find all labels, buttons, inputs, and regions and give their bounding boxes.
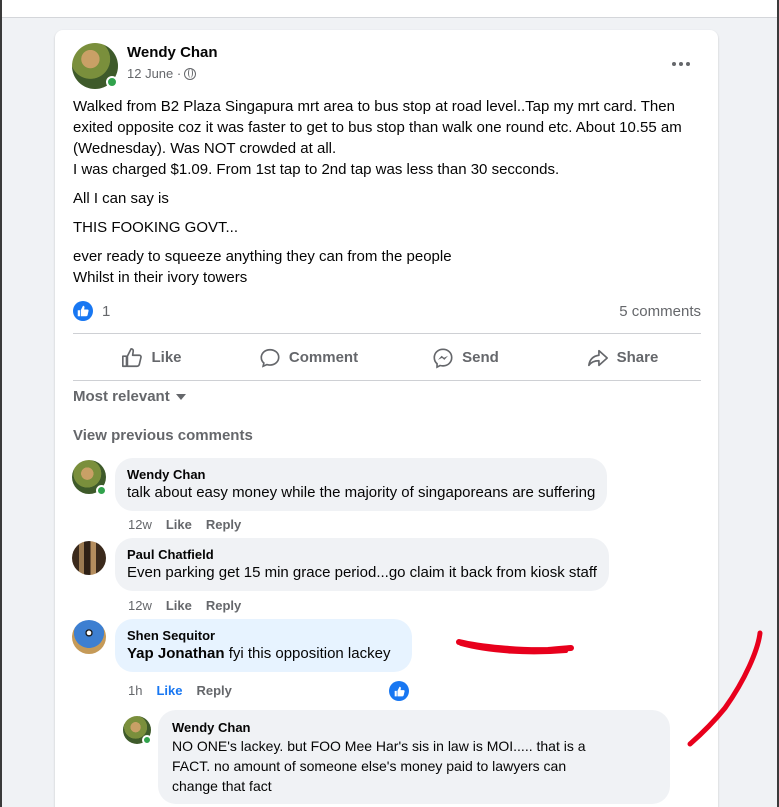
comment-text-body: fyi this opposition lackey xyxy=(224,645,391,662)
comment-bubble: Wendy Chan NO ONE's lackey. but FOO Mee … xyxy=(158,710,670,804)
post-paragraph: THIS FOOKING GOVT... xyxy=(73,219,239,236)
like-label: Like xyxy=(151,349,182,366)
mention-tag[interactable]: Yap Jonathan xyxy=(127,645,225,662)
globe-icon xyxy=(184,67,197,80)
comment-text: talk about easy money while the majority… xyxy=(127,484,596,501)
post-paragraph: All I can say is xyxy=(73,190,169,207)
commenter-name[interactable]: Paul Chatfield xyxy=(127,546,597,563)
comment: Shen Sequitor Yap Jonathan fyi this oppo… xyxy=(72,619,712,704)
comment-label: Comment xyxy=(288,349,359,366)
top-bar xyxy=(2,0,777,18)
comment-text: Yap Jonathan fyi this opposition lackey xyxy=(127,644,400,664)
online-status-icon xyxy=(142,735,152,745)
comment-time[interactable]: 12w xyxy=(128,517,152,532)
comment-text: Even parking get 15 min grace period...g… xyxy=(127,564,597,581)
comment-actions: 12w Like Reply xyxy=(128,517,241,532)
online-status-icon xyxy=(96,485,107,496)
like-button[interactable]: Like xyxy=(73,335,230,380)
more-options-button[interactable] xyxy=(667,53,695,75)
comment-reply-button[interactable]: Reply xyxy=(196,683,231,698)
comment-reply-button[interactable]: Reply xyxy=(206,598,241,613)
like-reaction-icon[interactable] xyxy=(73,301,93,321)
commenter-name[interactable]: Wendy Chan xyxy=(172,719,656,736)
post-text: Walked from B2 Plaza Singapura mrt area … xyxy=(73,96,705,296)
comment-actions: 1h Like Reply xyxy=(128,683,232,698)
comment-time[interactable]: 12w xyxy=(128,598,152,613)
dot-icon xyxy=(679,62,683,66)
divider xyxy=(73,333,701,334)
reaction-count[interactable]: 1 xyxy=(102,303,110,320)
dot-icon xyxy=(672,62,676,66)
online-status-icon xyxy=(106,76,118,88)
comment-bubble: Paul Chatfield Even parking get 15 min g… xyxy=(115,538,609,591)
share-button[interactable]: Share xyxy=(544,335,701,380)
comments-count-link[interactable]: 5 comments xyxy=(619,303,701,320)
comment-text: NO ONE's lackey. but FOO Mee Har's sis i… xyxy=(172,738,586,794)
post-paragraph: Walked from B2 Plaza Singapura mrt area … xyxy=(73,98,682,178)
commenter-avatar[interactable] xyxy=(72,620,106,654)
thumbs-up-icon xyxy=(122,347,143,367)
comment-reply-button[interactable]: Reply xyxy=(206,517,241,532)
comment-like-button[interactable]: Like xyxy=(166,517,192,532)
post-paragraph: ever ready to squeeze anything they can … xyxy=(73,248,452,286)
view-previous-comments-link[interactable]: View previous comments xyxy=(73,427,253,444)
comment-like-button[interactable]: Like xyxy=(156,683,182,698)
like-reaction-icon[interactable] xyxy=(389,681,409,701)
comment-bubble: Wendy Chan talk about easy money while t… xyxy=(115,458,608,511)
post-author-name[interactable]: Wendy Chan xyxy=(127,44,218,61)
comment: Wendy Chan talk about easy money while t… xyxy=(72,458,712,540)
post-meta: 12 June · xyxy=(127,66,197,81)
send-button[interactable]: Send xyxy=(387,335,544,380)
post-actions: Like Comment Send Share xyxy=(73,335,701,380)
share-icon xyxy=(587,349,608,366)
reactions-bar: 1 5 comments xyxy=(73,301,701,323)
sort-dropdown[interactable]: Most relevant xyxy=(73,388,186,405)
divider xyxy=(73,380,701,381)
share-label: Share xyxy=(616,349,659,366)
chevron-down-icon xyxy=(175,393,186,400)
send-label: Send xyxy=(462,349,499,366)
reply-comment: Wendy Chan NO ONE's lackey. but FOO Mee … xyxy=(123,710,683,807)
dot-icon xyxy=(686,62,690,66)
messenger-icon xyxy=(433,347,453,369)
comment-like-button[interactable]: Like xyxy=(166,598,192,613)
commenter-avatar[interactable] xyxy=(72,541,106,575)
post-header: Wendy Chan 12 June · xyxy=(72,43,701,91)
comment-bubble: Shen Sequitor Yap Jonathan fyi this oppo… xyxy=(115,619,412,672)
comment-button[interactable]: Comment xyxy=(230,335,387,380)
commenter-name[interactable]: Shen Sequitor xyxy=(127,627,400,644)
post-date[interactable]: 12 June · xyxy=(127,66,181,81)
comment-time[interactable]: 1h xyxy=(128,683,142,698)
post-card: Wendy Chan 12 June · Walked from B2 Plaz… xyxy=(55,30,718,807)
commenter-name[interactable]: Wendy Chan xyxy=(127,466,595,483)
sort-label: Most relevant xyxy=(73,388,170,405)
comment-actions: 12w Like Reply xyxy=(128,598,241,613)
comment: Paul Chatfield Even parking get 15 min g… xyxy=(72,538,712,621)
comment-icon xyxy=(260,348,280,368)
window-border-left xyxy=(0,0,2,807)
